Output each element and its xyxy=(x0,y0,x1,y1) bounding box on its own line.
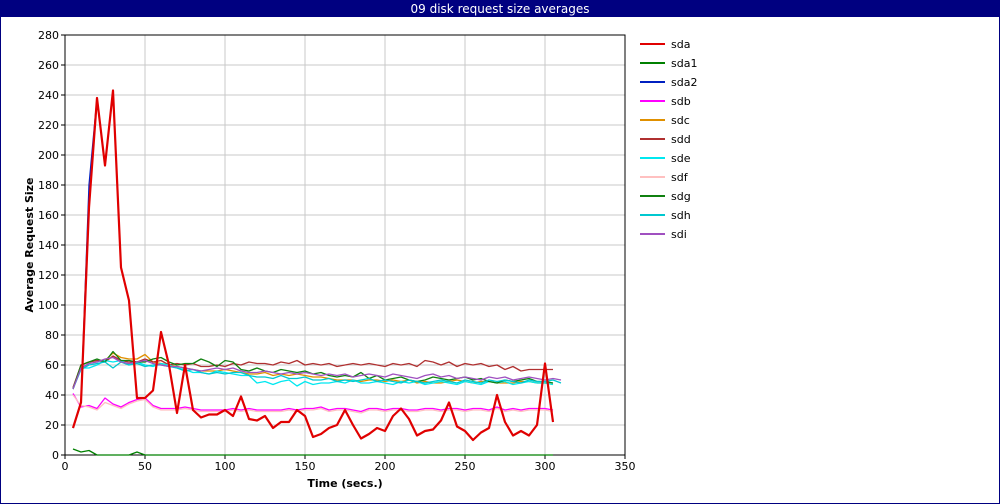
x-tick-label: 200 xyxy=(375,460,396,473)
y-tick-label: 240 xyxy=(38,89,59,102)
y-tick-label: 140 xyxy=(38,239,59,252)
legend-label-sda: sda xyxy=(671,38,690,51)
y-tick-label: 80 xyxy=(45,329,59,342)
y-tick-label: 220 xyxy=(38,119,59,132)
y-tick-label: 260 xyxy=(38,59,59,72)
legend-label-sdi: sdi xyxy=(671,228,687,241)
y-tick-label: 60 xyxy=(45,359,59,372)
x-axis-label: Time (secs.) xyxy=(307,477,382,490)
y-tick-label: 120 xyxy=(38,269,59,282)
chart-canvas: 0 50 100 150 200 250 300 350 0 20 40 60 80 100 120 140 1… xyxy=(23,29,697,490)
y-tick-label: 100 xyxy=(38,299,59,312)
y-axis-label: Average Request Size xyxy=(23,177,36,312)
legend-label-sda1: sda1 xyxy=(671,57,697,70)
y-tick-label: 180 xyxy=(38,179,59,192)
legend-label-sde: sde xyxy=(671,152,691,165)
y-tick-label: 40 xyxy=(45,389,59,402)
legend-label-sdc: sdc xyxy=(671,114,690,127)
x-tick-label: 50 xyxy=(138,460,152,473)
x-tick-label: 100 xyxy=(215,460,236,473)
y-tick-label: 160 xyxy=(38,209,59,222)
y-tick-label: 20 xyxy=(45,419,59,432)
x-tick-label: 0 xyxy=(62,460,69,473)
legend-label-sdb: sdb xyxy=(671,95,691,108)
x-tick-label: 150 xyxy=(295,460,316,473)
y-tick-label: 200 xyxy=(38,149,59,162)
x-tick-label: 350 xyxy=(615,460,636,473)
legend-label-sdh: sdh xyxy=(671,209,691,222)
legend-label-sdg: sdg xyxy=(671,190,691,203)
y-tick-label: 0 xyxy=(52,449,59,462)
legend-label-sda2: sda2 xyxy=(671,76,697,89)
legend: sda sda1 sda2 sdb sdc sdd sde sdf sdg sdh sdi xyxy=(640,38,697,241)
legend-label-sdf: sdf xyxy=(671,171,689,184)
x-tick-label: 250 xyxy=(455,460,476,473)
x-tick-label: 300 xyxy=(535,460,556,473)
legend-label-sdd: sdd xyxy=(671,133,691,146)
y-tick-label: 280 xyxy=(38,29,59,42)
